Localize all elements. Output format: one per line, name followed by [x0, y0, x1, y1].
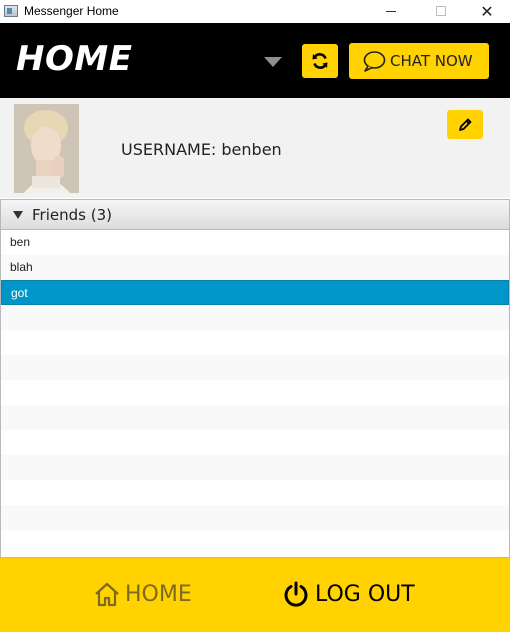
home-nav-label: HOME: [125, 581, 192, 607]
friends-header-label: Friends (3): [32, 205, 112, 224]
chat-now-label: CHAT NOW: [390, 52, 473, 70]
power-icon: [284, 581, 308, 607]
minimize-button[interactable]: [368, 0, 414, 22]
pencil-icon: [459, 118, 472, 131]
empty-list-row: [1, 480, 509, 505]
empty-list-row: [1, 405, 509, 430]
chat-now-button[interactable]: CHAT NOW: [349, 43, 489, 79]
empty-list-row: [1, 455, 509, 480]
window-titlebar: Messenger Home ✕: [0, 0, 510, 22]
dropdown-arrow-icon[interactable]: [264, 57, 282, 67]
logout-button[interactable]: LOG OUT: [283, 581, 415, 607]
logout-label: LOG OUT: [315, 581, 415, 607]
empty-list-row: [1, 380, 509, 405]
friend-list-item[interactable]: blah: [1, 255, 509, 280]
avatar: [14, 104, 79, 193]
empty-list-row: [1, 430, 509, 455]
close-button[interactable]: ✕: [464, 0, 510, 22]
minimize-icon: [386, 10, 396, 12]
friends-list: ben blah got: [0, 230, 510, 558]
friend-list-item[interactable]: got: [1, 280, 509, 305]
friend-list-item[interactable]: ben: [1, 230, 509, 255]
refresh-icon: [312, 53, 328, 69]
home-icon: [95, 582, 119, 607]
window-title: Messenger Home: [24, 4, 119, 18]
empty-list-row: [1, 330, 509, 355]
app-icon: [4, 5, 18, 17]
close-icon: ✕: [480, 1, 494, 21]
empty-list-row: [1, 530, 509, 555]
empty-list-row: [1, 355, 509, 380]
empty-list-row: [1, 305, 509, 330]
collapse-arrow-icon: [13, 210, 23, 219]
maximize-icon: [436, 6, 446, 16]
home-nav-button[interactable]: HOME: [93, 581, 192, 607]
page-title: HOME: [16, 39, 133, 79]
chat-bubble-icon: [363, 51, 386, 72]
edit-profile-button[interactable]: [447, 110, 483, 139]
bottom-nav-bar: [0, 558, 510, 632]
username-label: USERNAME: benben: [121, 140, 282, 159]
refresh-button[interactable]: [302, 44, 338, 78]
empty-list-row: [1, 505, 509, 530]
avatar-image: [14, 104, 79, 193]
friends-section-header[interactable]: Friends (3): [0, 199, 510, 230]
maximize-button[interactable]: [418, 0, 464, 22]
